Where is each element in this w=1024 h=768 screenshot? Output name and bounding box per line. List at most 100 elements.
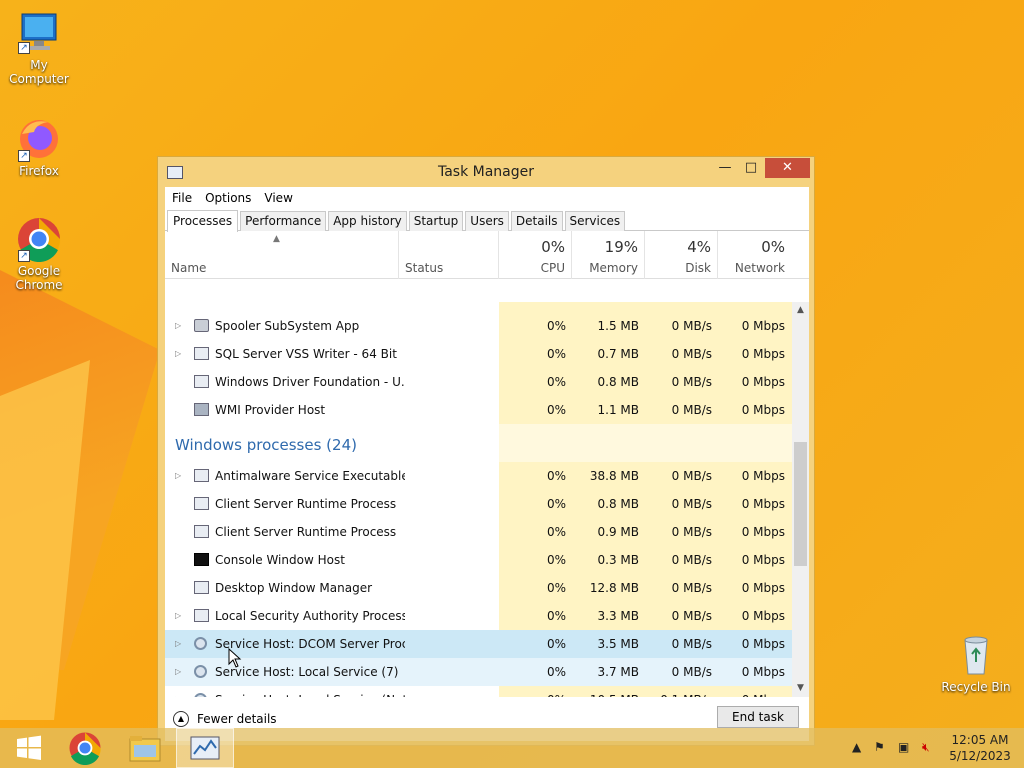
close-button[interactable]: ✕ <box>765 158 810 178</box>
table-row[interactable]: ▷ Service Host: Local Service (Net... 0% 10… <box>165 686 792 697</box>
taskbar-task-manager[interactable] <box>176 728 234 768</box>
tab-startup[interactable]: Startup <box>408 211 464 231</box>
clock-time: 12:05 AM <box>951 733 1009 747</box>
process-list: ▷ Spooler SubSystem App 0% 1.5 MB 0 MB/s 0 Mb… <box>165 302 809 697</box>
start-button[interactable] <box>0 728 58 768</box>
column-name[interactable]: ▲ Name <box>165 231 399 279</box>
tab-details[interactable]: Details <box>510 211 563 231</box>
cpu-value: 0% <box>546 469 566 483</box>
disk-value: 0 MB/s <box>671 375 712 389</box>
expand-arrow-icon[interactable]: ▷ <box>175 658 181 686</box>
tab-services[interactable]: Services <box>564 211 626 231</box>
column-cpu[interactable]: 0% CPU <box>499 231 572 279</box>
action-center-flag-icon[interactable]: ⚑ <box>874 740 885 754</box>
heat-cell <box>499 424 572 462</box>
table-row[interactable]: Client Server Runtime Process 0% 0.8 MB 0 M… <box>165 490 792 518</box>
table-row[interactable]: WMI Provider Host 0% 1.1 MB 0 MB/s 0 Mbps <box>165 396 792 424</box>
clock[interactable]: 12:05 AM 5/12/2023 <box>940 732 1020 764</box>
desktop-icon-chrome[interactable]: ↗ Google Chrome <box>0 216 78 292</box>
column-memory[interactable]: 19% Memory <box>572 231 645 279</box>
column-status[interactable]: Status <box>399 231 499 279</box>
window-icon <box>194 581 209 594</box>
table-row[interactable]: ▷ Antimalware Service Executable 0% 38.8 MB… <box>165 462 792 490</box>
table-row[interactable]: ▷ Spooler SubSystem App 0% 1.5 MB 0 MB/s 0 Mb… <box>165 312 792 340</box>
table-row[interactable]: ▷ SQL Server VSS Writer - 64 Bit 0% 0.7 MB 0… <box>165 340 792 368</box>
group-header-windows-processes[interactable]: Windows processes (24) <box>165 424 792 462</box>
menu-file[interactable]: File <box>172 191 199 205</box>
cpu-value: 0% <box>499 686 566 697</box>
network-value: 0 Mbps <box>741 581 785 595</box>
cpu-percent: 0% <box>541 238 565 256</box>
taskbar: ▲ ⚑ ▣ 🔇︎ 12:05 AM 5/12/2023 <box>0 728 1024 768</box>
window-icon <box>194 469 209 482</box>
expand-arrow-icon[interactable]: ▷ <box>175 686 181 697</box>
process-name: Windows Driver Foundation - U... <box>215 375 405 389</box>
cpu-value: 0% <box>546 403 566 417</box>
computer-icon: ↗ <box>16 10 62 56</box>
cpu-value: 0% <box>546 665 566 679</box>
fewer-details-button[interactable]: ▲ Fewer details <box>173 711 277 727</box>
tab-users[interactable]: Users <box>465 211 509 231</box>
gear-icon <box>194 637 207 650</box>
memory-value: 1.5 MB <box>597 319 639 333</box>
memory-value: 0.8 MB <box>597 375 639 389</box>
desktop-icon-my-computer[interactable]: ↗ My Computer <box>0 10 78 86</box>
table-row[interactable]: ▷ Service Host: DCOM Server Proc... 0% 3.5 … <box>165 630 792 658</box>
tab-performance[interactable]: Performance <box>240 211 327 231</box>
cpu-value: 0% <box>546 497 566 511</box>
column-cpu-label: CPU <box>540 261 565 275</box>
tab-processes[interactable]: Processes <box>167 210 239 232</box>
expand-arrow-icon[interactable]: ▷ <box>175 462 181 490</box>
window-icon <box>194 609 209 622</box>
expand-arrow-icon[interactable]: ▷ <box>175 312 181 340</box>
task-manager-icon <box>190 736 220 760</box>
table-row[interactable]: Windows Driver Foundation - U... 0% 0.8 MB… <box>165 368 792 396</box>
table-row[interactable]: Console Window Host 0% 0.3 MB 0 MB/s 0 Mbps <box>165 546 792 574</box>
network-value: 0 Mbps <box>741 347 785 361</box>
scroll-up-icon[interactable]: ▲ <box>792 302 809 319</box>
scroll-thumb[interactable] <box>794 442 807 566</box>
network-value: 0 Mbps <box>718 686 785 697</box>
column-disk[interactable]: 4% Disk <box>645 231 718 279</box>
chrome-icon <box>69 732 101 765</box>
memory-value: 1.1 MB <box>597 403 639 417</box>
expand-arrow-icon[interactable]: ▷ <box>175 602 181 630</box>
column-disk-label: Disk <box>685 261 711 275</box>
expand-arrow-icon[interactable]: ▷ <box>175 630 181 658</box>
network-value: 0 Mbps <box>741 375 785 389</box>
maximize-button[interactable]: □ <box>738 158 764 178</box>
process-name: Service Host: DCOM Server Proc... <box>215 637 405 651</box>
windows-logo-icon <box>17 735 41 760</box>
tab-app-history[interactable]: App history <box>328 211 407 231</box>
window-icon <box>194 497 209 510</box>
network-icon[interactable]: ▣ <box>898 740 909 754</box>
cpu-value: 0% <box>546 319 566 333</box>
scroll-down-icon[interactable]: ▼ <box>792 680 809 697</box>
table-row[interactable]: ▷ Local Security Authority Process... 0% 3.… <box>165 602 792 630</box>
table-row[interactable]: Client Server Runtime Process 0% 0.9 MB 0 M… <box>165 518 792 546</box>
disk-value: 0 MB/s <box>671 319 712 333</box>
show-hidden-icons-icon[interactable]: ▲ <box>852 740 861 754</box>
taskbar-file-explorer[interactable] <box>116 728 174 768</box>
minimize-button[interactable]: — <box>712 158 738 178</box>
desktop-icon-firefox[interactable]: ↗ Firefox <box>0 116 78 178</box>
menu-options[interactable]: Options <box>205 191 258 205</box>
title-bar[interactable]: Task Manager — □ ✕ <box>158 157 814 187</box>
disk-value: 0 MB/s <box>671 497 712 511</box>
memory-value: 0.3 MB <box>597 553 639 567</box>
volume-muted-icon[interactable]: 🔇︎ <box>922 740 930 755</box>
expand-arrow-icon[interactable]: ▷ <box>175 340 181 368</box>
table-row[interactable]: ▷ Service Host: Local Service (7) 0% 3.7 MB… <box>165 658 792 686</box>
process-name: SQL Server VSS Writer - 64 Bit <box>215 347 397 361</box>
desktop-icon-recycle-bin[interactable]: Recycle Bin <box>937 632 1015 694</box>
column-network[interactable]: 0% Network <box>718 231 791 279</box>
network-value: 0 Mbps <box>741 637 785 651</box>
vertical-scrollbar[interactable]: ▲ ▼ <box>792 302 809 697</box>
taskbar-chrome[interactable] <box>56 728 114 768</box>
process-name: Console Window Host <box>215 553 345 567</box>
wmi-icon <box>194 403 209 416</box>
disk-value: 0 MB/s <box>671 347 712 361</box>
menu-view[interactable]: View <box>264 191 299 205</box>
end-task-button[interactable]: End task <box>717 706 799 728</box>
table-row[interactable]: Desktop Window Manager 0% 12.8 MB 0 MB/s 0 M… <box>165 574 792 602</box>
